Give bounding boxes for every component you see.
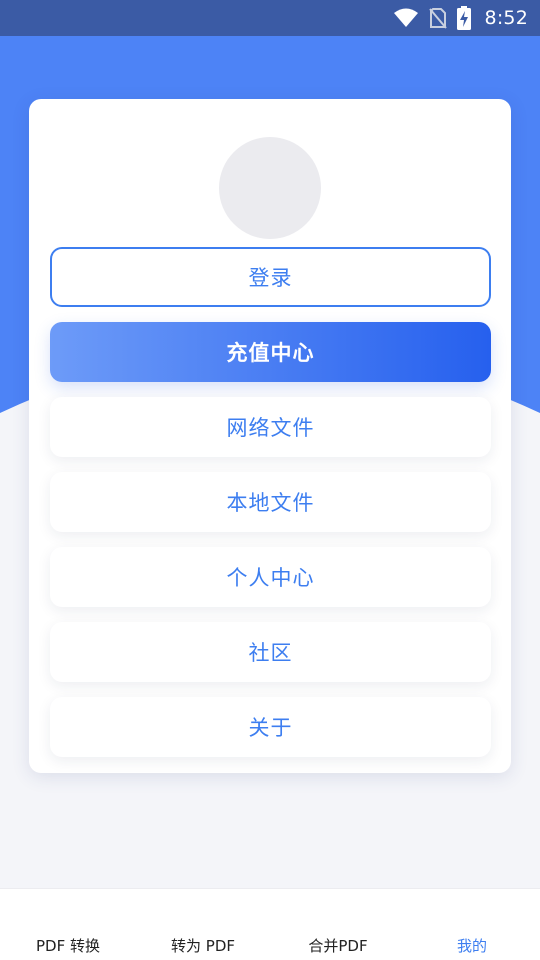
community-button[interactable]: 社区 xyxy=(50,622,491,682)
battery-charging-icon xyxy=(456,6,471,30)
recharge-center-button[interactable]: 充值中心 xyxy=(50,322,491,382)
profile-card: 登录 充值中心 网络文件 本地文件 个人中心 社区 关于 xyxy=(29,99,511,773)
tab-pdf-convert[interactable]: PDF 转换 xyxy=(36,935,100,956)
login-button-label: 登录 xyxy=(248,266,293,290)
local-files-label: 本地文件 xyxy=(226,491,315,515)
tab-to-pdf[interactable]: 转为 PDF xyxy=(171,935,235,956)
status-time: 8:52 xyxy=(484,7,528,29)
tab-mine[interactable]: 我的 xyxy=(457,935,487,956)
personal-center-button[interactable]: 个人中心 xyxy=(50,547,491,607)
local-files-button[interactable]: 本地文件 xyxy=(50,472,491,532)
wifi-icon xyxy=(393,7,419,29)
community-label: 社区 xyxy=(248,641,293,665)
app-screen: 8:52 登录 充值中心 网络文件 本地文件 个人中心 社区 关于 PDF 转换… xyxy=(0,0,540,960)
personal-center-label: 个人中心 xyxy=(226,566,315,590)
about-label: 关于 xyxy=(248,716,293,740)
tab-merge-pdf[interactable]: 合并PDF xyxy=(308,935,367,956)
bottom-nav: PDF 转换 转为 PDF 合并PDF 我的 xyxy=(0,888,540,960)
network-files-button[interactable]: 网络文件 xyxy=(50,397,491,457)
avatar[interactable] xyxy=(219,137,321,239)
recharge-center-label: 充值中心 xyxy=(226,341,315,365)
status-icons: 8:52 xyxy=(393,0,528,36)
network-files-label: 网络文件 xyxy=(226,416,315,440)
no-sim-icon xyxy=(428,7,447,29)
login-button[interactable]: 登录 xyxy=(50,247,491,307)
status-bar: 8:52 xyxy=(0,0,540,36)
about-button[interactable]: 关于 xyxy=(50,697,491,757)
